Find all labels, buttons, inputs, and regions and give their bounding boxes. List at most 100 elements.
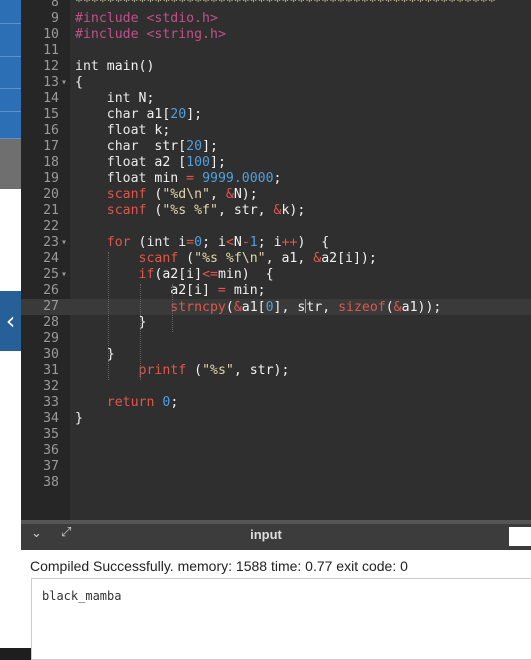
line-number: 12 <box>43 59 59 74</box>
code-line[interactable]: 13 ▾ { <box>21 75 531 91</box>
chevron-left-icon[interactable]: ‹ <box>0 291 21 351</box>
line-number: 31 <box>43 363 59 378</box>
sidebar-tab[interactable] <box>0 24 21 57</box>
panel-toolbar: ⌄ ⤢ input <box>21 520 531 550</box>
line-number: 36 <box>43 443 59 458</box>
code-line[interactable]: 17 char str[20]; <box>21 139 531 155</box>
line-number: 14 <box>43 91 59 106</box>
line-number: 19 <box>43 171 59 186</box>
line-number: 34 <box>43 411 59 426</box>
code-text: a2[i] = min; <box>75 283 266 298</box>
fold-toggle-icon[interactable]: ▾ <box>61 235 67 251</box>
code-text: float k; <box>106 123 171 138</box>
code-text: char a1[20]; <box>106 107 203 122</box>
code-line[interactable]: 14 int N; <box>21 91 531 107</box>
code-line[interactable]: 8 ***************************************… <box>21 0 531 11</box>
code-text: strncpy(&a1[0], str, sizeof(&a1)); <box>170 299 442 315</box>
fold-toggle-icon[interactable]: ▾ <box>61 75 67 91</box>
line-number: 25 <box>43 267 59 282</box>
code-text: #include <string.h> <box>75 27 226 42</box>
code-line[interactable]: 33 return 0; <box>21 395 531 411</box>
code-text: scanf ("%d\n", &N); <box>106 187 258 202</box>
line-number: 20 <box>43 187 59 202</box>
input-panel-tab[interactable] <box>509 527 531 546</box>
line-number: 13 <box>43 75 59 90</box>
code-line[interactable]: 37 <box>21 459 531 475</box>
line-number: 23 <box>43 235 59 250</box>
line-number: 32 <box>43 379 59 394</box>
code-line[interactable]: 28 } <box>21 315 531 331</box>
sidebar-tab[interactable] <box>0 89 21 112</box>
code-editor[interactable]: 8 ***************************************… <box>21 0 531 520</box>
code-line[interactable]: 20 scanf ("%d\n", &N); <box>21 187 531 203</box>
line-number: 30 <box>43 347 59 362</box>
indent-guide <box>108 252 109 380</box>
line-number: 35 <box>43 427 59 442</box>
code-text: } <box>75 411 83 426</box>
code-line[interactable]: 25 ▾ if(a2[i]<=min) { <box>21 267 531 283</box>
code-line[interactable]: 15 char a1[20]; <box>21 107 531 123</box>
fold-toggle-icon[interactable]: ▾ <box>61 267 67 283</box>
code-text: } <box>75 315 147 330</box>
line-number: 38 <box>43 475 59 490</box>
indent-guide <box>172 284 173 332</box>
code-line[interactable]: 16 float k; <box>21 123 531 139</box>
line-number: 21 <box>43 203 59 218</box>
code-line[interactable]: 24 scanf ("%s %f\n", a1, &a2[i]); <box>21 251 531 267</box>
code-text: scanf ("%s %f\n", a1, &a2[i]); <box>138 251 377 266</box>
code-line[interactable]: 9 #include <stdio.h> <box>21 11 531 27</box>
code-line[interactable]: 22 <box>21 219 531 235</box>
code-line[interactable]: 19 float min = 9999.0000; <box>21 171 531 187</box>
code-line[interactable]: 18 float a2 [100]; <box>21 155 531 171</box>
code-line[interactable]: 21 scanf ("%s %f", str, &k); <box>21 203 531 219</box>
sidebar-tab[interactable] <box>0 139 21 189</box>
input-tab-label[interactable]: input <box>21 524 511 546</box>
code-text: ****************************************… <box>75 0 496 10</box>
code-text: float min = 9999.0000; <box>106 171 282 186</box>
code-text: if(a2[i]<=min) { <box>138 267 274 282</box>
code-line[interactable]: 26 a2[i] = min; <box>21 283 531 299</box>
code-line[interactable]: 27 strncpy(&a1[0], str, sizeof(&a1)); <box>21 299 531 315</box>
code-line[interactable]: 29 <box>21 331 531 347</box>
code-text: { <box>75 75 83 90</box>
code-line[interactable]: 10 #include <string.h> <box>21 27 531 43</box>
program-output-text: black_mamba <box>42 589 122 603</box>
code-text: int N; <box>106 91 155 106</box>
code-text: return 0; <box>106 395 179 410</box>
line-number: 10 <box>43 27 59 42</box>
output-panel: Compiled Successfully. memory: 1588 time… <box>21 550 531 660</box>
code-line[interactable]: 34} <box>21 411 531 427</box>
line-number: 29 <box>43 331 59 346</box>
code-text: #include <stdio.h> <box>75 11 218 26</box>
code-line[interactable]: 32 <box>21 379 531 395</box>
line-number: 26 <box>43 283 59 298</box>
sidebar-tab[interactable] <box>0 57 21 89</box>
line-number: 33 <box>43 395 59 410</box>
line-number: 16 <box>43 123 59 138</box>
code-text: int main() <box>75 59 155 74</box>
code-line[interactable]: 11 <box>21 43 531 59</box>
code-line[interactable]: 36 <box>21 443 531 459</box>
code-line[interactable]: 38 <box>21 475 531 491</box>
compile-status: Compiled Successfully. memory: 1588 time… <box>30 558 408 574</box>
line-number: 15 <box>43 107 59 122</box>
sidebar-tab[interactable] <box>0 0 21 24</box>
line-number: 18 <box>43 155 59 170</box>
line-number: 17 <box>43 139 59 154</box>
line-number: 22 <box>43 219 59 234</box>
code-text: float a2 [100]; <box>106 155 226 170</box>
code-line[interactable]: 35 <box>21 427 531 443</box>
code-line[interactable]: 31 printf ("%s", str); <box>21 363 531 379</box>
code-line[interactable]: 23 ▾ for (int i=0; i<N-1; i++) { <box>21 235 531 251</box>
line-number: 28 <box>43 315 59 330</box>
code-text: for (int i=0; i<N-1; i++) { <box>106 235 330 250</box>
line-number: 11 <box>43 43 59 58</box>
code-text: char str[20]; <box>106 139 218 154</box>
line-number: 27 <box>43 299 59 314</box>
sidebar-tab[interactable] <box>0 112 21 139</box>
indent-guide <box>140 284 141 380</box>
code-line[interactable]: 30 } <box>21 347 531 363</box>
line-number: 9 <box>51 11 59 26</box>
code-line[interactable]: 12 int main() <box>21 59 531 75</box>
line-number: 37 <box>43 459 59 474</box>
